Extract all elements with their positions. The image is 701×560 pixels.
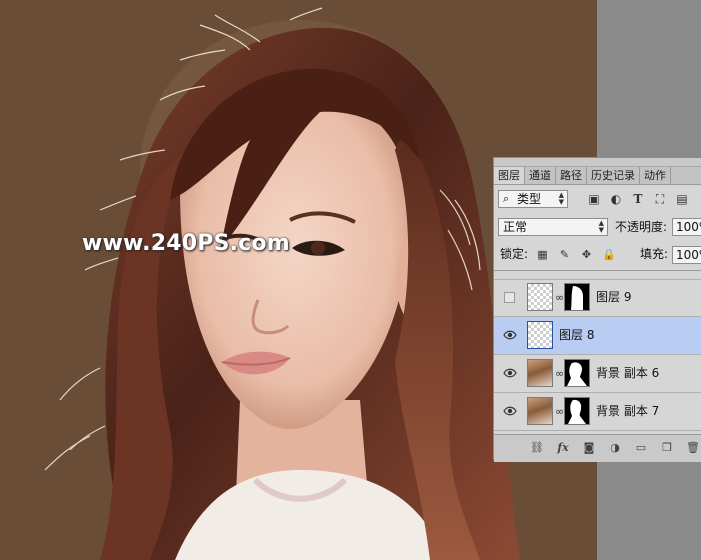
layer-name: 图层 9 [596,290,632,304]
link-chain-icon[interactable]: ∞ [555,367,564,380]
eye-icon[interactable] [503,329,517,341]
new-layer-icon[interactable]: ❐ [660,441,674,455]
layer-thumbnail [527,321,553,349]
tab-paths[interactable]: 路径 [556,167,587,184]
adjustment-filter-icon[interactable]: ◐ [609,192,623,206]
layers-list[interactable]: ∞ 图层 9 图层 8 ∞ 背景 副本 6 ∞ 背景 副本 7 [494,270,701,435]
fx-icon[interactable]: fx [556,441,570,455]
fill-label: 填充: [640,247,669,261]
layer-row-selected[interactable]: 图层 8 [494,317,701,355]
lock-transparent-icon[interactable]: ▦ [536,248,549,261]
visibility-toggle[interactable] [504,292,515,303]
panel-title-bar[interactable] [494,158,701,167]
layer-row[interactable]: ∞ 背景 副本 6 [494,355,701,393]
layers-panel: 图层 通道 路径 历史记录 动作 ⌕ 类型 ▲ ▼ ▣ ◐ T ⛶ ▤ 正常 ▲ ▼… [493,157,701,462]
layer-row[interactable]: ∞ 背景 副本 7 [494,393,701,431]
lock-label: 锁定: [500,247,529,261]
tab-layers[interactable]: 图层 [494,167,525,184]
updown-arrows-icon: ▲ ▼ [558,191,564,206]
layer-name: 背景 副本 7 [596,404,660,418]
smart-object-filter-icon[interactable]: ▤ [675,192,689,206]
blend-mode-select[interactable]: 正常 ▲ ▼ [498,218,608,236]
trash-icon[interactable]: 🗑 [686,441,700,455]
mask-shape [567,362,587,386]
filter-kind-label: 类型 [517,192,542,206]
opacity-label: 不透明度: [615,220,668,234]
link-chain-icon[interactable]: ∞ [555,405,564,418]
eye-icon[interactable] [503,367,517,379]
link-icon[interactable]: ⛓ [530,441,544,455]
lock-all-icon[interactable]: 🔒 [602,248,616,261]
opacity-field[interactable]: 100% [672,218,701,236]
mask-icon[interactable]: ◙ [582,441,596,455]
layer-mask-thumbnail[interactable] [564,283,590,311]
tab-channels[interactable]: 通道 [525,167,556,184]
layer-row[interactable]: ∞ 图层 9 [494,279,701,317]
layer-mask-thumbnail[interactable] [564,397,590,425]
mask-shape [568,399,586,424]
lock-brush-icon[interactable]: ✎ [558,248,571,261]
type-filter-icon[interactable]: T [631,192,645,206]
layer-mask-thumbnail[interactable] [564,359,590,387]
shape-filter-icon[interactable]: ⛶ [653,192,667,206]
adjustment-icon[interactable]: ◑ [608,441,622,455]
panel-tabs: 图层 通道 路径 历史记录 动作 [494,167,701,185]
eye-icon[interactable] [503,405,517,417]
lock-move-icon[interactable]: ✥ [580,248,593,261]
layer-name: 图层 8 [559,328,595,342]
folder-icon[interactable]: ▭ [634,441,648,455]
layer-thumbnail [527,397,553,425]
fill-field[interactable]: 100% [672,246,701,264]
layer-name: 背景 副本 6 [596,366,660,380]
mask-shape [571,286,583,310]
blend-mode-value: 正常 [503,220,528,234]
link-chain-icon[interactable]: ∞ [555,291,564,304]
tab-actions[interactable]: 动作 [640,167,671,184]
tab-history[interactable]: 历史记录 [587,167,640,184]
watermark-text: www.240PS.com [82,231,290,256]
image-filter-icon[interactable]: ▣ [587,192,601,206]
layer-thumbnail [527,283,553,311]
layer-thumbnail [527,359,553,387]
filter-kind-select[interactable]: ⌕ 类型 ▲ ▼ [498,190,568,208]
magnifier-icon: ⌕ [503,192,510,205]
updown-arrows-icon: ▲ ▼ [598,219,604,234]
panel-bottom-bar: ⛓ fx ◙ ◑ ▭ ❐ 🗑 [494,434,701,462]
